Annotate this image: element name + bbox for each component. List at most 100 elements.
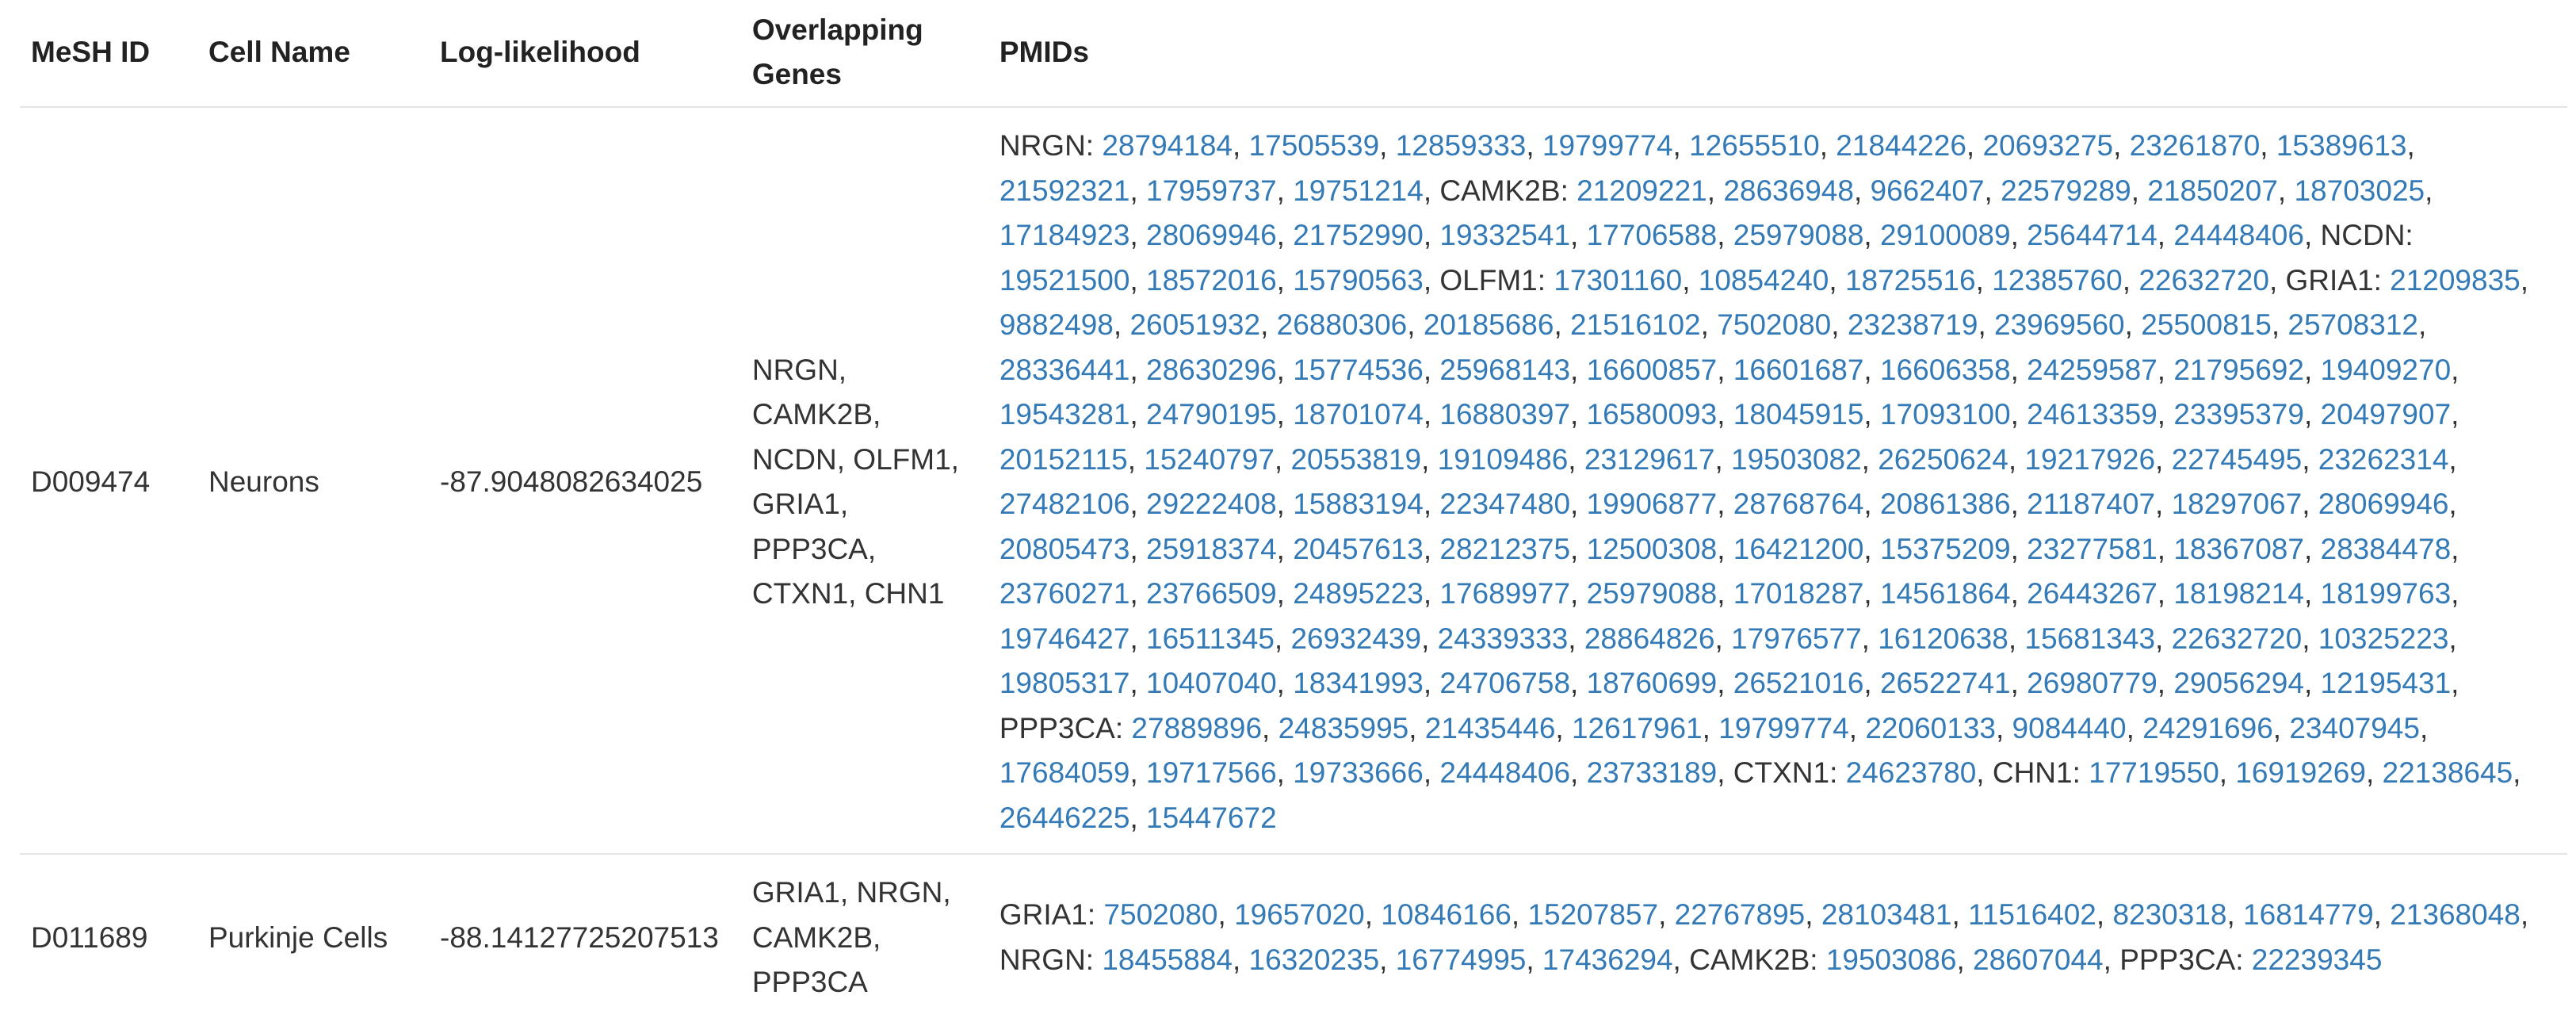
pmid-link[interactable]: 21844226 xyxy=(1836,129,1966,162)
pmid-link[interactable]: 18455884 xyxy=(1102,943,1233,976)
pmid-link[interactable]: 21516102 xyxy=(1570,308,1701,341)
pmid-link[interactable]: 17689977 xyxy=(1439,577,1570,610)
pmid-link[interactable]: 24291696 xyxy=(2142,712,2273,744)
pmid-link[interactable]: 25500815 xyxy=(2141,308,2272,341)
pmid-link[interactable]: 22138645 xyxy=(2383,756,2513,789)
pmid-link[interactable]: 12617961 xyxy=(1572,712,1703,744)
pmid-link[interactable]: 17684059 xyxy=(999,756,1130,789)
pmid-link[interactable]: 24706758 xyxy=(1439,667,1570,699)
pmid-link[interactable]: 28103481 xyxy=(1821,898,1952,931)
pmid-link[interactable]: 15389613 xyxy=(2276,129,2407,162)
pmid-link[interactable]: 24613359 xyxy=(2027,398,2157,431)
pmid-link[interactable]: 28212375 xyxy=(1439,533,1570,565)
pmid-link[interactable]: 28336441 xyxy=(999,354,1130,386)
pmid-link[interactable]: 16421200 xyxy=(1733,533,1864,565)
pmid-link[interactable]: 28607044 xyxy=(1973,943,2104,976)
pmid-link[interactable]: 28768764 xyxy=(1733,488,1864,520)
pmid-link[interactable]: 15681343 xyxy=(2024,622,2155,655)
pmid-link[interactable]: 9882498 xyxy=(999,308,1114,341)
pmid-link[interactable]: 16880397 xyxy=(1439,398,1570,431)
pmid-link[interactable]: 26980779 xyxy=(2027,667,2157,699)
pmid-link[interactable]: 18701074 xyxy=(1293,398,1424,431)
pmid-link[interactable]: 18341993 xyxy=(1293,667,1424,699)
pmid-link[interactable]: 24790195 xyxy=(1146,398,1277,431)
pmid-link[interactable]: 19799774 xyxy=(1718,712,1849,744)
pmid-link[interactable]: 21435446 xyxy=(1425,712,1556,744)
pmid-link[interactable]: 28069946 xyxy=(1146,219,1277,251)
pmid-link[interactable]: 18367087 xyxy=(2173,533,2304,565)
pmid-link[interactable]: 19751214 xyxy=(1293,174,1424,207)
pmid-link[interactable]: 28864826 xyxy=(1584,622,1715,655)
pmid-link[interactable]: 15883194 xyxy=(1293,488,1424,520)
pmid-link[interactable]: 11516402 xyxy=(1968,898,2096,931)
pmid-link[interactable]: 19746427 xyxy=(999,622,1130,655)
pmid-link[interactable]: 12859333 xyxy=(1396,129,1527,162)
pmid-link[interactable]: 20152115 xyxy=(999,443,1128,476)
pmid-link[interactable]: 9084440 xyxy=(2012,712,2127,744)
pmid-link[interactable]: 22632720 xyxy=(2138,264,2269,297)
pmid-link[interactable]: 16774995 xyxy=(1396,943,1527,976)
pmid-link[interactable]: 14561864 xyxy=(1880,577,2011,610)
pmid-link[interactable]: 25968143 xyxy=(1439,354,1570,386)
pmid-link[interactable]: 9662407 xyxy=(1871,174,1985,207)
pmid-link[interactable]: 17436294 xyxy=(1542,943,1673,976)
pmid-link[interactable]: 25979088 xyxy=(1587,577,1718,610)
pmid-link[interactable]: 17976577 xyxy=(1731,622,1862,655)
pmid-link[interactable]: 26880306 xyxy=(1277,308,1408,341)
pmid-link[interactable]: 19521500 xyxy=(999,264,1130,297)
pmid-link[interactable]: 29222408 xyxy=(1146,488,1277,520)
pmid-link[interactable]: 22347480 xyxy=(1439,488,1570,520)
pmid-link[interactable]: 23395379 xyxy=(2173,398,2304,431)
pmid-link[interactable]: 28794184 xyxy=(1102,129,1233,162)
pmid-link[interactable]: 23733189 xyxy=(1587,756,1718,789)
pmid-link[interactable]: 19503086 xyxy=(1826,943,1957,976)
pmid-link[interactable]: 24259587 xyxy=(2027,354,2157,386)
pmid-link[interactable]: 21209221 xyxy=(1577,174,1707,207)
pmid-link[interactable]: 15375209 xyxy=(1880,533,2011,565)
pmid-link[interactable]: 28636948 xyxy=(1723,174,1854,207)
pmid-link[interactable]: 22579289 xyxy=(2001,174,2131,207)
pmid-link[interactable]: 8230318 xyxy=(2112,898,2226,931)
pmid-link[interactable]: 23969560 xyxy=(1994,308,2125,341)
pmid-link[interactable]: 29056294 xyxy=(2173,667,2304,699)
pmid-link[interactable]: 7502080 xyxy=(1717,308,1831,341)
pmid-link[interactable]: 10407040 xyxy=(1146,667,1277,699)
pmid-link[interactable]: 23261870 xyxy=(2130,129,2261,162)
pmid-link[interactable]: 19906877 xyxy=(1587,488,1718,520)
pmid-link[interactable]: 15790563 xyxy=(1293,264,1424,297)
pmid-link[interactable]: 16511345 xyxy=(1146,622,1275,655)
pmid-link[interactable]: 20861386 xyxy=(1880,488,2011,520)
pmid-link[interactable]: 24835995 xyxy=(1278,712,1409,744)
pmid-link[interactable]: 23766509 xyxy=(1146,577,1277,610)
pmid-link[interactable]: 12655510 xyxy=(1689,129,1820,162)
pmid-link[interactable]: 18297067 xyxy=(2172,488,2303,520)
pmid-link[interactable]: 16120638 xyxy=(1878,622,2008,655)
pmid-link[interactable]: 21187407 xyxy=(2027,488,2155,520)
pmid-link[interactable]: 26250624 xyxy=(1878,443,2008,476)
pmid-link[interactable]: 15240797 xyxy=(1144,443,1275,476)
pmid-link[interactable]: 15774536 xyxy=(1293,354,1424,386)
pmid-link[interactable]: 25979088 xyxy=(1733,219,1864,251)
pmid-link[interactable]: 25918374 xyxy=(1146,533,1277,565)
pmid-link[interactable]: 12500308 xyxy=(1587,533,1718,565)
pmid-link[interactable]: 24448406 xyxy=(2173,219,2304,251)
pmid-link[interactable]: 16600857 xyxy=(1587,354,1718,386)
pmid-link[interactable]: 18198214 xyxy=(2173,577,2304,610)
pmid-link[interactable]: 22745495 xyxy=(2172,443,2303,476)
pmid-link[interactable]: 28384478 xyxy=(2321,533,2452,565)
pmid-link[interactable]: 10846166 xyxy=(1381,898,1512,931)
pmid-link[interactable]: 15207857 xyxy=(1527,898,1658,931)
pmid-link[interactable]: 17184923 xyxy=(999,219,1130,251)
pmid-link[interactable]: 17018287 xyxy=(1733,577,1864,610)
pmid-link[interactable]: 18760699 xyxy=(1587,667,1718,699)
pmid-link[interactable]: 12385760 xyxy=(1992,264,2123,297)
pmid-link[interactable]: 17301160 xyxy=(1554,264,1682,297)
pmid-link[interactable]: 10325223 xyxy=(2318,622,2449,655)
pmid-link[interactable]: 26443267 xyxy=(2027,577,2157,610)
pmid-link[interactable]: 25644714 xyxy=(2027,219,2157,251)
pmid-link[interactable]: 20805473 xyxy=(999,533,1130,565)
pmid-link[interactable]: 22060133 xyxy=(1865,712,1996,744)
pmid-link[interactable]: 17706588 xyxy=(1587,219,1718,251)
pmid-link[interactable]: 20553819 xyxy=(1290,443,1421,476)
pmid-link[interactable]: 17959737 xyxy=(1146,174,1277,207)
